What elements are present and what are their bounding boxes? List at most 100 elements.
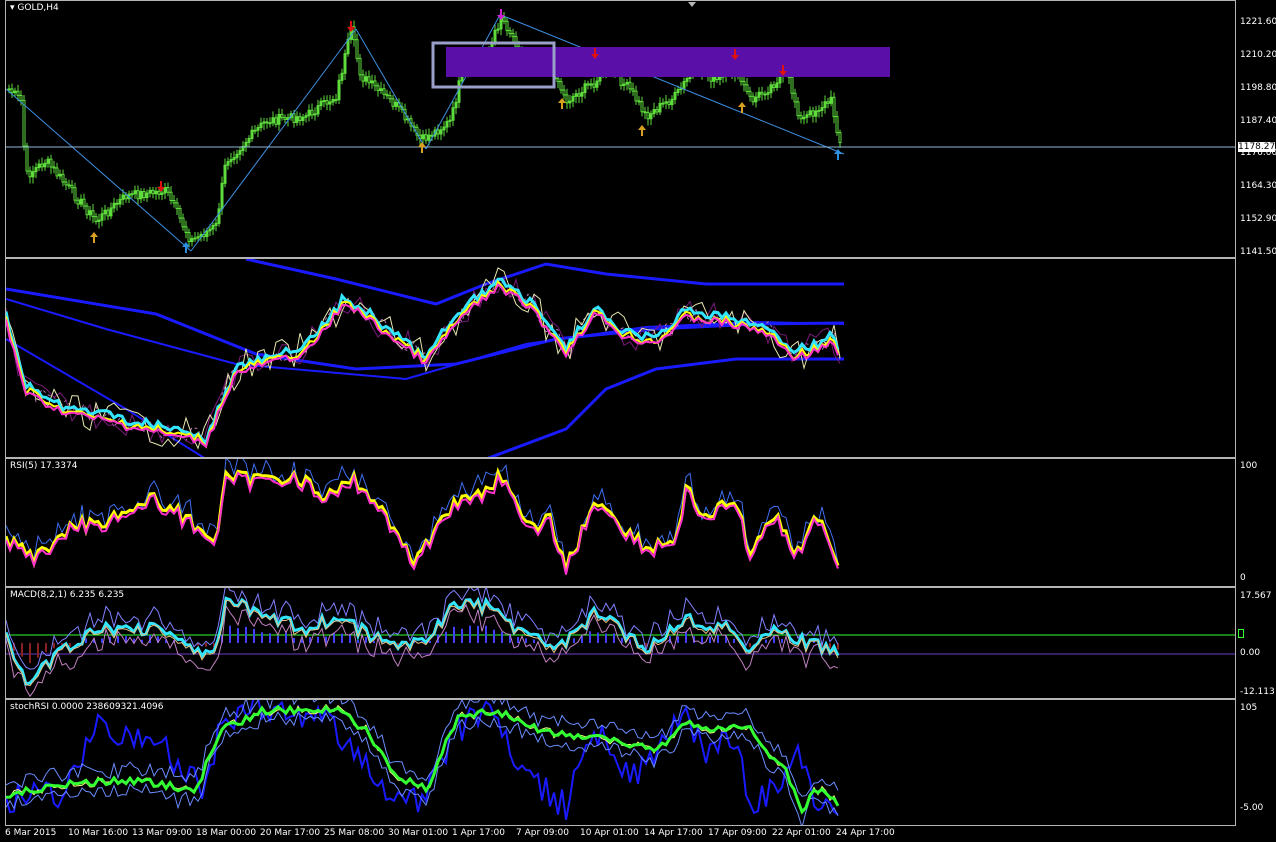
time-tick: 20 Mar 17:00 (260, 828, 321, 838)
bands-canvas[interactable] (6, 259, 1236, 458)
candle-body (661, 102, 665, 105)
candle-body (505, 20, 509, 32)
candle-body (748, 90, 752, 97)
time-tick: 7 Apr 09:00 (516, 828, 569, 838)
candle-body (295, 116, 299, 123)
candle-body (238, 150, 242, 155)
candle-body (64, 181, 68, 186)
candle-body (649, 113, 653, 120)
candle-body (307, 109, 311, 117)
candle-body (685, 78, 689, 83)
candle-body (100, 213, 104, 221)
candle-body (7, 88, 11, 91)
time-tick: 14 Apr 17:00 (644, 828, 703, 838)
candle-body (271, 117, 275, 124)
stochrsi-tick: -5.00 (1240, 803, 1264, 813)
candle-body (40, 163, 44, 168)
candle-body (115, 202, 119, 205)
candle-body (322, 100, 326, 103)
upper-band-line (245, 259, 844, 306)
candle-body (664, 101, 668, 104)
candle-body (79, 198, 83, 205)
price-tick: 1187.40 (1240, 116, 1276, 126)
candle-body (67, 184, 71, 187)
candle-body (13, 90, 17, 94)
time-tick: 10 Apr 01:00 (580, 828, 639, 838)
candle-body (820, 107, 824, 111)
candle-body (205, 230, 209, 238)
candle-body (361, 74, 365, 82)
candle-body (355, 39, 359, 59)
candle-body (811, 110, 815, 117)
up-arrow-icon (558, 98, 566, 109)
chart-title: ▾ GOLD,H4 (10, 3, 59, 13)
candle-body (772, 84, 776, 88)
candle-body (208, 228, 212, 232)
candle-body (139, 191, 143, 200)
bands-indicator-pane[interactable] (5, 258, 1236, 458)
candle-body (424, 134, 428, 141)
candle-body (91, 210, 95, 218)
candle-body (448, 119, 452, 122)
candle-body (343, 53, 347, 74)
macd-signal-marker (1238, 629, 1244, 638)
price-chart-pane[interactable]: ▾ GOLD,H4 (5, 0, 1236, 258)
candle-body (838, 132, 842, 144)
candle-body (97, 219, 101, 223)
stochrsi-pane[interactable]: stochRSI 0.0000 238609321.4096 (5, 699, 1236, 826)
candle-body (580, 92, 584, 97)
candle-body (745, 84, 749, 92)
candle-body (655, 109, 659, 113)
time-tick: 22 Apr 01:00 (772, 828, 831, 838)
candle-body (163, 186, 167, 194)
candle-body (496, 28, 500, 31)
candle-body (151, 189, 155, 195)
time-axis[interactable]: 6 Mar 2015 10 Mar 16:00 13 Mar 09:00 18 … (0, 826, 1276, 842)
price-chart-canvas[interactable] (6, 1, 1236, 258)
stochrsi-canvas[interactable] (6, 700, 1236, 826)
candle-body (571, 95, 575, 102)
candle-body (184, 226, 188, 233)
candle-body (337, 79, 341, 101)
candle-body (220, 182, 224, 210)
candle-body (196, 236, 200, 239)
candle-body (652, 109, 656, 115)
candle-body (22, 99, 26, 147)
price-scale[interactable]: 1221.60 1210.20 1198.80 1187.40 1176.00 … (1236, 0, 1276, 258)
candle-body (760, 91, 764, 95)
lower-band-line (487, 357, 844, 457)
candle-body (46, 158, 50, 164)
rsi-pane[interactable]: RSI(5) 17.3374 (5, 458, 1236, 587)
candle-body (589, 83, 593, 86)
rsi-tick: 100 (1240, 461, 1258, 471)
time-tick: 6 Mar 2015 (5, 828, 57, 838)
time-tick: 10 Mar 16:00 (68, 828, 129, 838)
candle-body (631, 88, 635, 92)
macd-canvas[interactable] (6, 588, 1236, 699)
candle-body (154, 190, 158, 195)
candle-body (166, 186, 170, 193)
candle-body (157, 190, 161, 195)
candle-body (595, 80, 599, 88)
candle-body (25, 145, 29, 172)
candle-body (145, 192, 149, 199)
up-arrow-icon (638, 125, 646, 136)
candle-body (106, 209, 110, 217)
macd-tick: 17.567 (1240, 591, 1272, 601)
candle-body (388, 95, 392, 100)
chart-shift-marker-icon[interactable] (688, 2, 696, 7)
macd-pane[interactable]: MACD(8,2,1) 6.235 6.235 (5, 587, 1236, 699)
time-tick: 1 Apr 17:00 (452, 828, 505, 838)
candle-body (181, 217, 185, 228)
candle-body (265, 121, 269, 124)
candle-body (643, 111, 647, 114)
candle-body (769, 84, 773, 94)
candle-body (622, 83, 626, 87)
candle-body (673, 92, 677, 100)
candle-body (445, 120, 449, 128)
rsi-canvas[interactable] (6, 459, 1236, 587)
trend-line (355, 28, 427, 150)
candle-body (340, 72, 344, 81)
candle-body (583, 83, 587, 94)
time-tick: 18 Mar 00:00 (196, 828, 257, 838)
